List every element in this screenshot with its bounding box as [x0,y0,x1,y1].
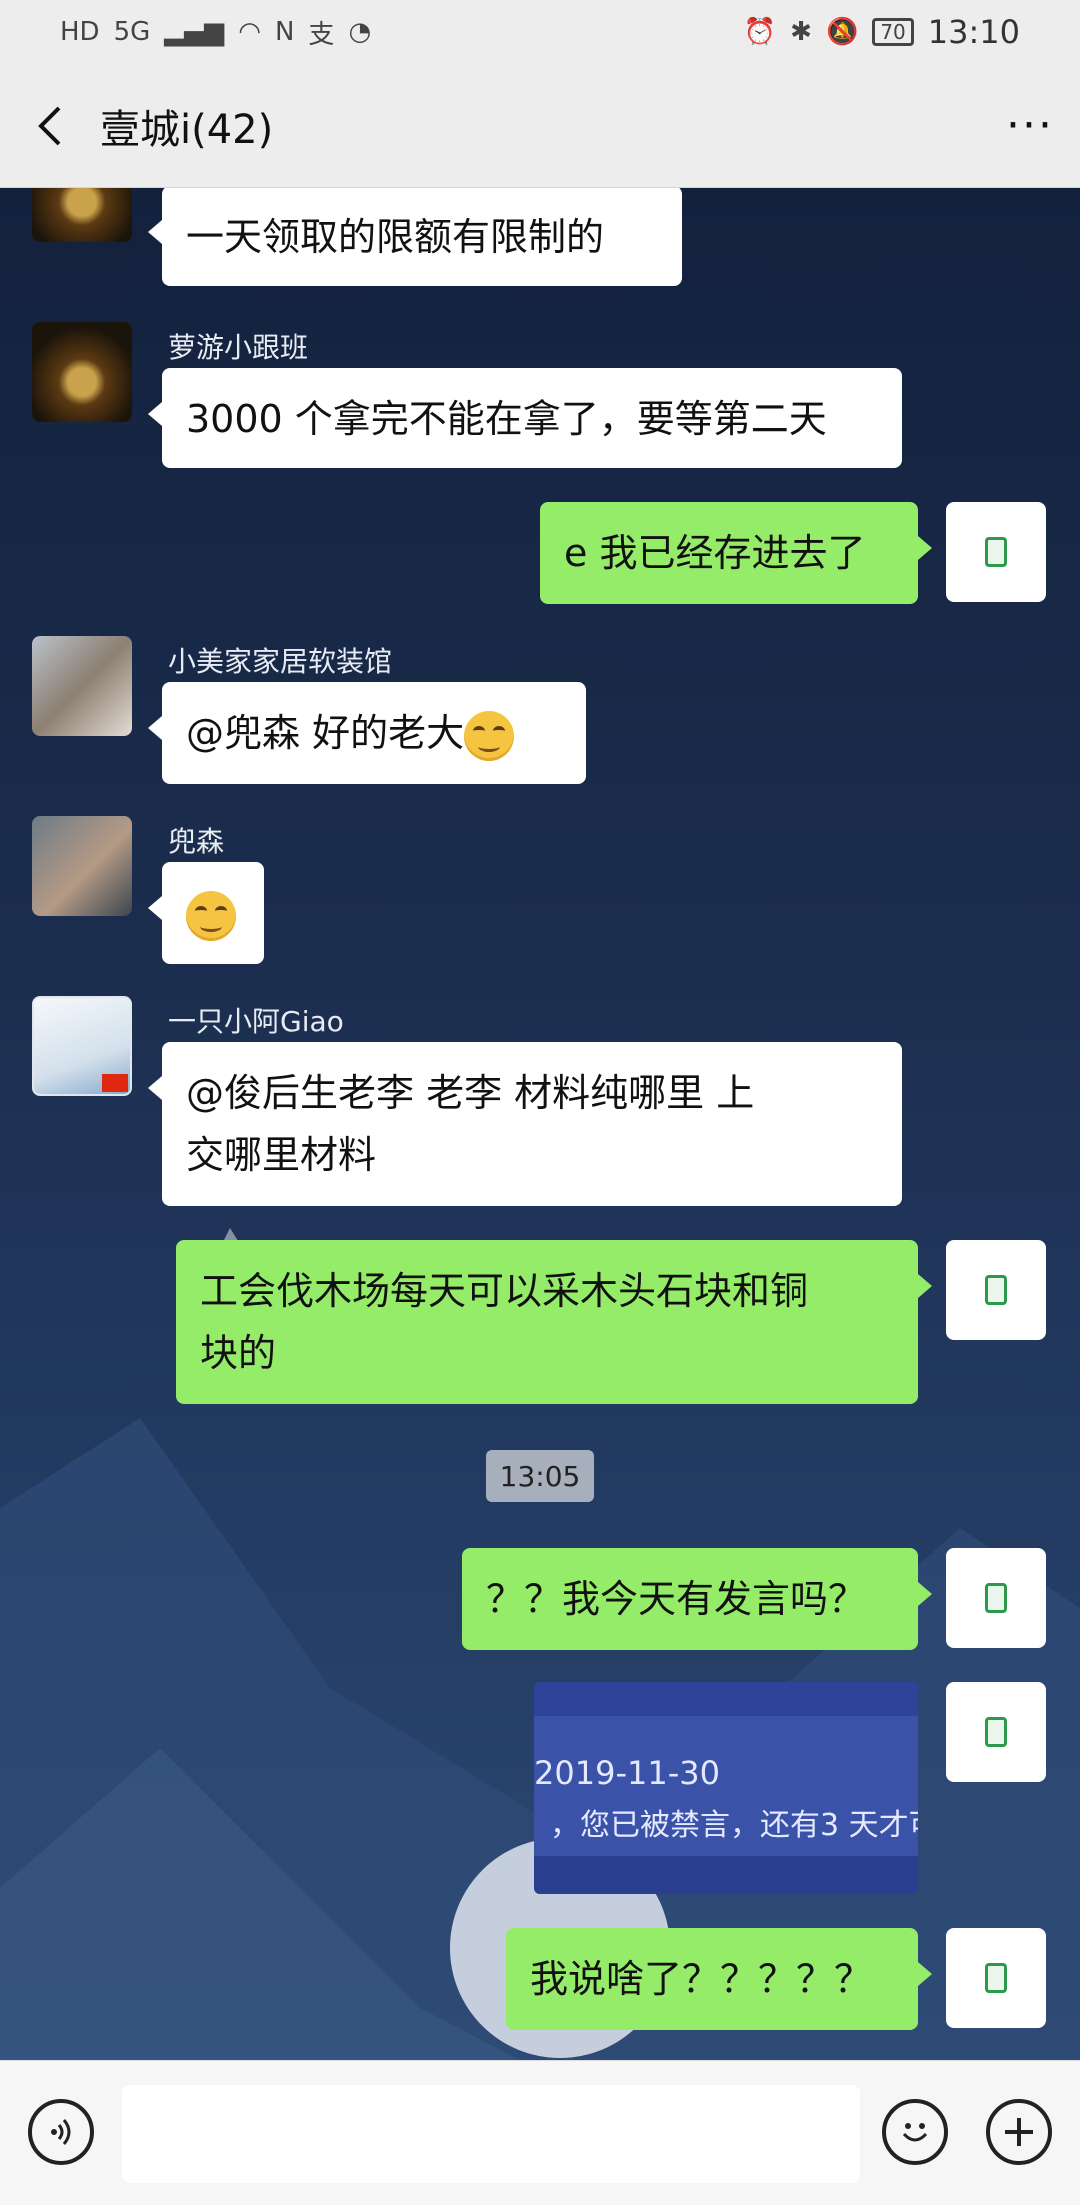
mahjong-tile-icon [985,1275,1007,1305]
status-right: ⏰ ✱ 🔕 70 13:10 [744,13,1020,51]
mahjong-tile-icon [985,537,1007,567]
message-bubble[interactable]: 3000 个拿完不能在拿了，要等第二天 [148,368,902,468]
message-line: 工会伐木场每天可以采木头石块和铜 [200,1269,809,1313]
relieved-emoji-icon [186,890,236,941]
sender-name: 一只小阿Giao [168,1005,344,1038]
message-input[interactable] [122,2085,860,2183]
hd-icon: HD [60,17,100,47]
message-line: 交哪里材料 [186,1133,377,1177]
status-time: 13:10 [927,13,1020,51]
sender-avatar[interactable] [32,636,132,736]
sender-avatar[interactable] [32,322,132,422]
bluetooth-icon: ✱ [790,17,812,47]
image-band-top [534,1682,918,1716]
my-avatar[interactable] [946,502,1046,602]
mute-icon: 🔕 [825,17,859,47]
message-bubble[interactable]: e 我已经存进去了 [540,502,932,604]
emoji-button[interactable] [882,2099,948,2165]
plus-button[interactable] [986,2099,1052,2165]
message-line: @俊后生老李 老李 材料纯哪里 上 [186,1071,755,1115]
chat-header: 壹城i(42) ··· [0,64,1080,188]
emoji-message-bubble[interactable] [148,862,264,964]
my-avatar[interactable] [946,1928,1046,2028]
image-message[interactable]: 2019-11-30 ？，您已被禁言，还有3 天才可以 [534,1682,918,1894]
battery-indicator: 70 [872,18,914,46]
message-bubble[interactable]: 工会伐木场每天可以采木头石块和铜 块的 [176,1240,932,1404]
more-dots-icon: ··· [1006,100,1054,151]
image-date-text: 2019-11-30 [534,1754,720,1792]
image-band-bottom [534,1856,918,1894]
message-bubble[interactable]: @俊后生老李 老李 材料纯哪里 上 交哪里材料 [148,1042,902,1206]
back-button[interactable] [0,64,100,188]
chevron-left-icon [38,106,61,145]
chat-messages[interactable]: 一天领取的限额有限制的 萝游小跟班 3000 个拿完不能在拿了，要等第二天 e … [0,188,1080,2060]
mahjong-tile-icon [985,1963,1007,1993]
sender-avatar[interactable] [32,188,132,242]
timestamp: 13:05 [486,1450,594,1502]
wifi-icon: ◠ [238,17,261,47]
message-line: 块的 [200,1331,277,1375]
nfc-icon: N [274,17,295,47]
alarm-icon: ⏰ [743,17,777,47]
sender-avatar[interactable] [32,996,132,1096]
plus-icon [1005,2118,1033,2146]
my-avatar[interactable] [946,1240,1046,1340]
emoji-icon [902,2123,928,2142]
alipay-icon: 支 [308,19,335,50]
status-left: HD 5G ▂▄▆ ◠ N 支 ◔ [60,14,371,51]
message-bubble[interactable]: 一天领取的限额有限制的 [148,188,682,286]
voice-icon [51,2119,71,2145]
my-avatar[interactable] [946,1682,1046,1782]
message-bubble[interactable]: 我说啥了？？？？？ [506,1928,932,2030]
more-button[interactable]: ··· [980,64,1080,188]
message-bubble[interactable]: @兜森 好的老大 [148,682,586,784]
input-bar [0,2060,1080,2205]
sender-name: 兜森 [168,825,225,858]
message-text: @兜森 好的老大 [186,711,465,755]
voice-button[interactable] [28,2099,94,2165]
network-5g-icon: 5G [113,17,151,47]
status-bar: HD 5G ▂▄▆ ◠ N 支 ◔ ⏰ ✱ 🔕 70 13:10 [0,0,1080,64]
weibo-icon: ◔ [348,17,372,47]
sender-name: 萝游小跟班 [168,331,309,364]
chat-title: 壹城i(42) [100,106,274,153]
mahjong-tile-icon [985,1583,1007,1613]
relieved-emoji-icon [464,710,515,761]
message-bubble[interactable]: ？？我今天有发言吗？ [462,1548,932,1650]
mahjong-tile-icon [985,1717,1007,1747]
signal-icon: ▂▄▆ [164,17,225,47]
my-avatar[interactable] [946,1548,1046,1648]
sender-name: 小美家家居软装馆 [168,645,393,678]
image-note-text: ？，您已被禁言，还有3 天才可以 [534,1808,918,1843]
sender-avatar[interactable] [32,816,132,916]
